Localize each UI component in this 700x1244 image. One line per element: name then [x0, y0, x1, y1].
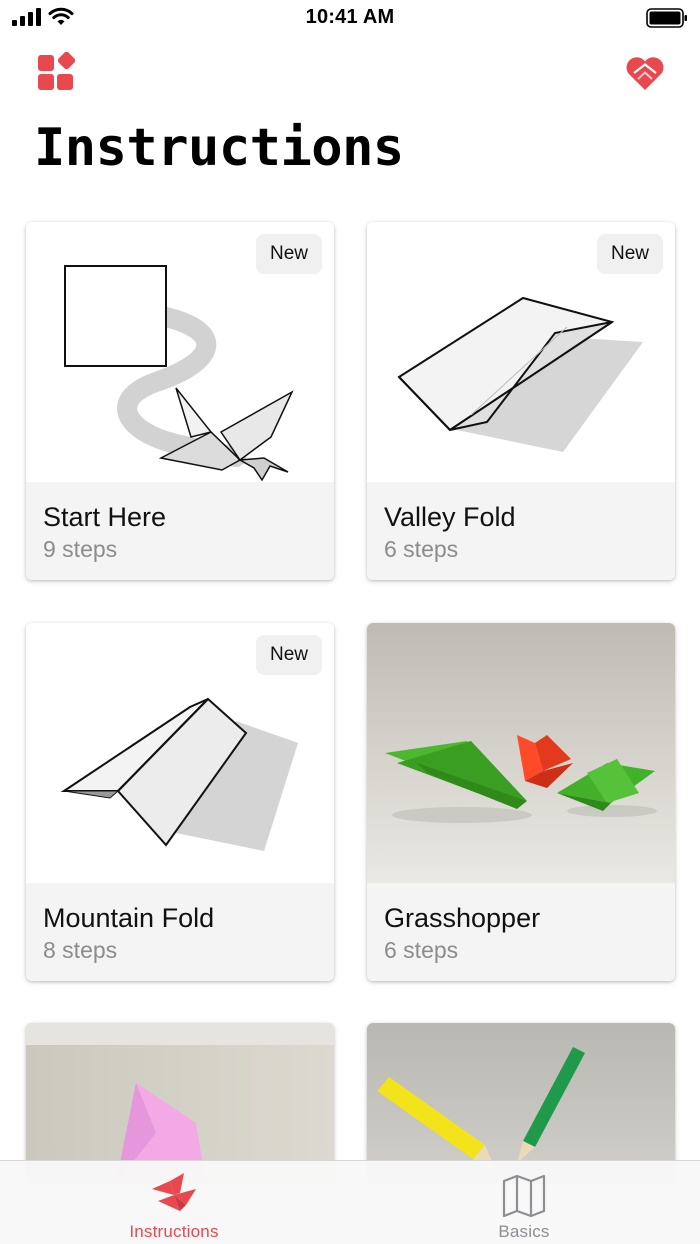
map-book-icon: [502, 1174, 546, 1217]
card-image: [367, 623, 675, 883]
tab-label: Instructions: [129, 1222, 219, 1241]
page-title: Instructions: [34, 118, 404, 178]
card-start-here[interactable]: New Start Here 9 steps: [26, 222, 334, 580]
status-time: 10:41 AM: [305, 6, 395, 28]
card-title: Grasshopper: [384, 903, 541, 933]
tab-instructions[interactable]: Instructions: [74, 1161, 274, 1244]
tab-bar: Instructions Basics: [0, 1160, 700, 1244]
card-title: Mountain Fold: [43, 903, 215, 933]
card-image: [367, 1023, 675, 1183]
grid-button[interactable]: [36, 51, 76, 92]
card-grasshopper[interactable]: Grasshopper 6 steps: [367, 623, 675, 981]
new-badge: New: [597, 234, 663, 274]
card-steps: 8 steps: [43, 937, 118, 963]
card-title: Start Here: [43, 502, 167, 532]
pink-origami-photo: [26, 1023, 334, 1183]
card-valley-fold[interactable]: New Valley Fold 6 steps: [367, 222, 675, 580]
card-mountain-fold[interactable]: New Mountain Fold 8 steps: [26, 623, 334, 981]
card-pink-origami[interactable]: [26, 1023, 334, 1183]
grasshopper-photo: [367, 623, 675, 883]
status-bar: 10:41 AM: [0, 0, 700, 38]
new-badge: New: [256, 635, 322, 675]
card-info: Valley Fold 6 steps: [367, 482, 675, 580]
card-info: Mountain Fold 8 steps: [26, 883, 334, 981]
tab-basics[interactable]: Basics: [424, 1161, 624, 1244]
card-steps: 9 steps: [43, 536, 118, 562]
new-badge: New: [256, 234, 322, 274]
heart-icon: [626, 57, 664, 90]
tab-label: Basics: [498, 1222, 550, 1241]
card-steps: 6 steps: [384, 937, 459, 963]
favorites-button[interactable]: [624, 54, 666, 92]
card-info: Start Here 9 steps: [26, 482, 334, 580]
battery-icon: [646, 8, 687, 28]
card-pencils[interactable]: [367, 1023, 675, 1183]
card-title: Valley Fold: [384, 502, 516, 532]
origami-crane-icon: [152, 1173, 196, 1211]
grid-icon: [38, 51, 76, 90]
card-steps: 6 steps: [384, 536, 459, 562]
card-info: Grasshopper 6 steps: [367, 883, 675, 981]
card-image: [26, 1023, 334, 1183]
pencils-photo: [367, 1023, 675, 1183]
